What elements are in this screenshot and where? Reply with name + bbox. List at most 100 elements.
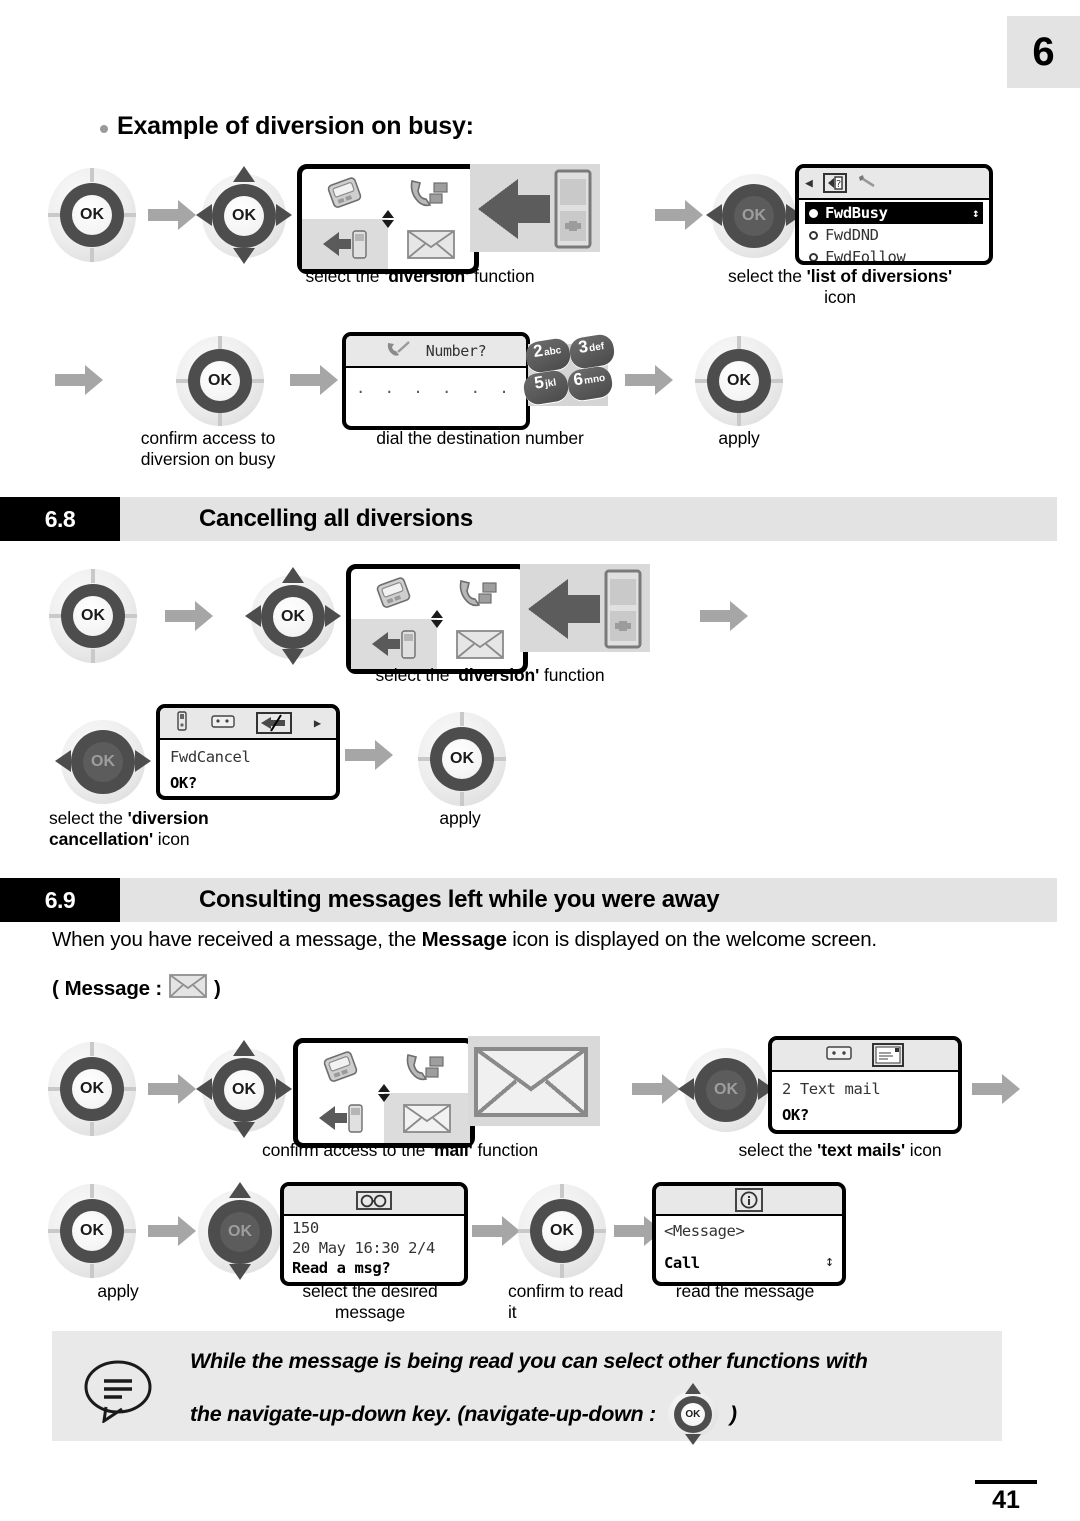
lcd-read-message[interactable]: <Message> Call ↕ xyxy=(652,1182,846,1286)
diversion-menu-screen-1[interactable] xyxy=(297,164,479,274)
lcd-line-2[interactable]: OK? xyxy=(782,1099,948,1125)
arrow-down-icon[interactable] xyxy=(233,1122,255,1138)
menu-icon-call-cell[interactable] xyxy=(437,569,523,619)
arrow-left-icon[interactable] xyxy=(196,1078,212,1100)
svg-text:?: ? xyxy=(835,179,841,190)
ok-label: OK xyxy=(224,196,264,236)
navigation-key-1[interactable]: OK xyxy=(196,166,292,264)
arrow-up-icon[interactable] xyxy=(282,567,304,583)
list-item[interactable]: FwdDND xyxy=(805,224,983,246)
wrench-glyph xyxy=(858,175,875,188)
keypad-key[interactable]: 2 abc xyxy=(523,336,573,375)
arrow-up-icon[interactable] xyxy=(233,1040,255,1056)
caption-text: select the xyxy=(305,266,385,286)
caption-confirm-access-busy: confirm access to diversion on busy xyxy=(108,428,308,470)
navigate-up-down-key-inline[interactable]: OK xyxy=(662,1383,724,1445)
lcd-title-bar: Number? xyxy=(346,336,526,368)
ok-key-7[interactable]: OK xyxy=(48,1184,136,1278)
arrow-left-icon[interactable] xyxy=(245,605,261,627)
lcd-line-2[interactable]: OK? xyxy=(170,767,326,793)
wrench-icon[interactable] xyxy=(857,173,877,193)
number-entry-field[interactable]: . . . . . . . xyxy=(356,372,526,398)
mail-menu-screen[interactable] xyxy=(293,1038,475,1148)
caption-text: function xyxy=(472,1140,539,1160)
arrow-right-icon[interactable] xyxy=(325,605,341,627)
answering-machine-icon[interactable] xyxy=(826,1044,852,1066)
lcd-title-bar: ▶ xyxy=(160,708,336,740)
caption-text: it xyxy=(508,1302,517,1322)
legend-label: Message : xyxy=(64,976,163,1000)
ok-key-3[interactable]: OK xyxy=(695,336,783,426)
lcd-fwdcancel[interactable]: ▶ FwdCancel OK? xyxy=(156,704,340,800)
keypad-key[interactable]: 6 mno xyxy=(565,364,615,403)
ok-label: OK xyxy=(83,742,123,782)
menu-icon-phone-cell[interactable] xyxy=(351,569,437,619)
lcd-title-bar xyxy=(284,1186,464,1216)
lcd-line-2[interactable]: Call xyxy=(664,1241,834,1273)
list-item[interactable]: FwdBusy ↕ xyxy=(805,202,983,224)
ok-key-1[interactable]: OK xyxy=(48,168,136,262)
arrow-left-icon[interactable] xyxy=(678,1078,694,1100)
menu-icon-mail-cell[interactable] xyxy=(388,219,474,269)
prev-arrow-icon[interactable]: ◀ xyxy=(805,176,813,191)
navigation-key-2[interactable]: OK xyxy=(706,166,802,264)
ok-key-5[interactable]: OK xyxy=(418,712,506,806)
ok-key-8[interactable]: OK xyxy=(518,1184,606,1278)
info-icon[interactable] xyxy=(735,1188,763,1212)
menu-icon-diversion-cell[interactable] xyxy=(351,619,437,669)
lcd-line-3[interactable]: Read a msg? xyxy=(292,1258,456,1278)
menu-icon-call-cell[interactable] xyxy=(384,1043,470,1093)
ok-label: OK xyxy=(224,1070,264,1110)
text-mail-icon[interactable] xyxy=(872,1043,904,1067)
menu-icon-mail-cell[interactable] xyxy=(384,1093,470,1143)
diversion-cancel-icon[interactable] xyxy=(256,712,293,734)
diversion-menu-screen-2[interactable] xyxy=(346,564,528,674)
lcd-text-mail[interactable]: 2 Text mail OK? xyxy=(768,1036,962,1134)
next-arrow-icon[interactable]: ▶ xyxy=(314,716,321,730)
lcd-message-list[interactable]: 150 20 May 16:30 2/4 Read a msg? xyxy=(280,1182,468,1286)
arrow-right-icon[interactable] xyxy=(135,750,151,772)
navigation-key-5[interactable]: OK xyxy=(196,1040,292,1138)
lcd-number-entry[interactable]: Number? . . . . . . . xyxy=(342,332,530,430)
list-item[interactable]: FwdFollow xyxy=(805,246,983,261)
envelope-icon xyxy=(403,1104,451,1133)
navigation-key-6[interactable]: OK xyxy=(678,1040,774,1138)
glasses-icon[interactable] xyxy=(356,1190,392,1210)
arrow-right-icon[interactable] xyxy=(276,1078,292,1100)
scroll-updown-icon[interactable]: ↕ xyxy=(825,1252,834,1270)
diversion-help-icon[interactable]: ? xyxy=(822,173,847,193)
key-separator xyxy=(218,336,222,349)
menu-icon-mail-cell[interactable] xyxy=(437,619,523,669)
arrow-down-icon[interactable] xyxy=(229,1264,251,1280)
answering-machine-icon[interactable] xyxy=(210,713,235,734)
keypad-key[interactable]: 5 jkl xyxy=(521,368,571,407)
arrow-left-icon[interactable] xyxy=(196,204,212,226)
flow-arrow-icon xyxy=(55,365,105,395)
arrow-down-icon[interactable] xyxy=(233,248,255,264)
arrow-up-icon[interactable] xyxy=(233,166,255,182)
ok-key-4[interactable]: OK xyxy=(49,569,137,663)
navigation-key-4[interactable]: OK xyxy=(55,712,151,810)
caption-read-message: read the message xyxy=(675,1281,815,1301)
lcd-list-of-diversions[interactable]: ◀ ? FwdBusy ↕ FwdDND FwdFollow xyxy=(795,164,993,265)
ok-key-6[interactable]: OK xyxy=(48,1042,136,1136)
arrow-left-icon[interactable] xyxy=(706,204,722,226)
ok-key-2[interactable]: OK xyxy=(176,336,264,426)
menu-icon-call-cell[interactable] xyxy=(388,169,474,219)
menu-icon-phone-cell[interactable] xyxy=(298,1043,384,1093)
arrow-left-icon[interactable] xyxy=(55,750,71,772)
key-separator xyxy=(90,1184,94,1198)
caption-text: function xyxy=(469,266,535,286)
arrow-up-icon[interactable] xyxy=(229,1182,251,1198)
keypad-key[interactable]: 3 def xyxy=(567,332,617,371)
phone-icon[interactable] xyxy=(175,711,189,735)
menu-icon-phone-cell[interactable] xyxy=(302,169,388,219)
arrow-right-icon[interactable] xyxy=(276,204,292,226)
keypad-illustration: 2 abc 3 def 5 jkl 6 mno xyxy=(521,332,617,407)
key-separator xyxy=(770,379,783,383)
menu-icon-diversion-cell[interactable] xyxy=(302,219,388,269)
navigation-key-3[interactable]: OK xyxy=(245,567,341,665)
navigation-key-7[interactable]: OK xyxy=(192,1182,288,1280)
arrow-down-icon[interactable] xyxy=(282,649,304,665)
menu-icon-diversion-cell[interactable] xyxy=(298,1093,384,1143)
